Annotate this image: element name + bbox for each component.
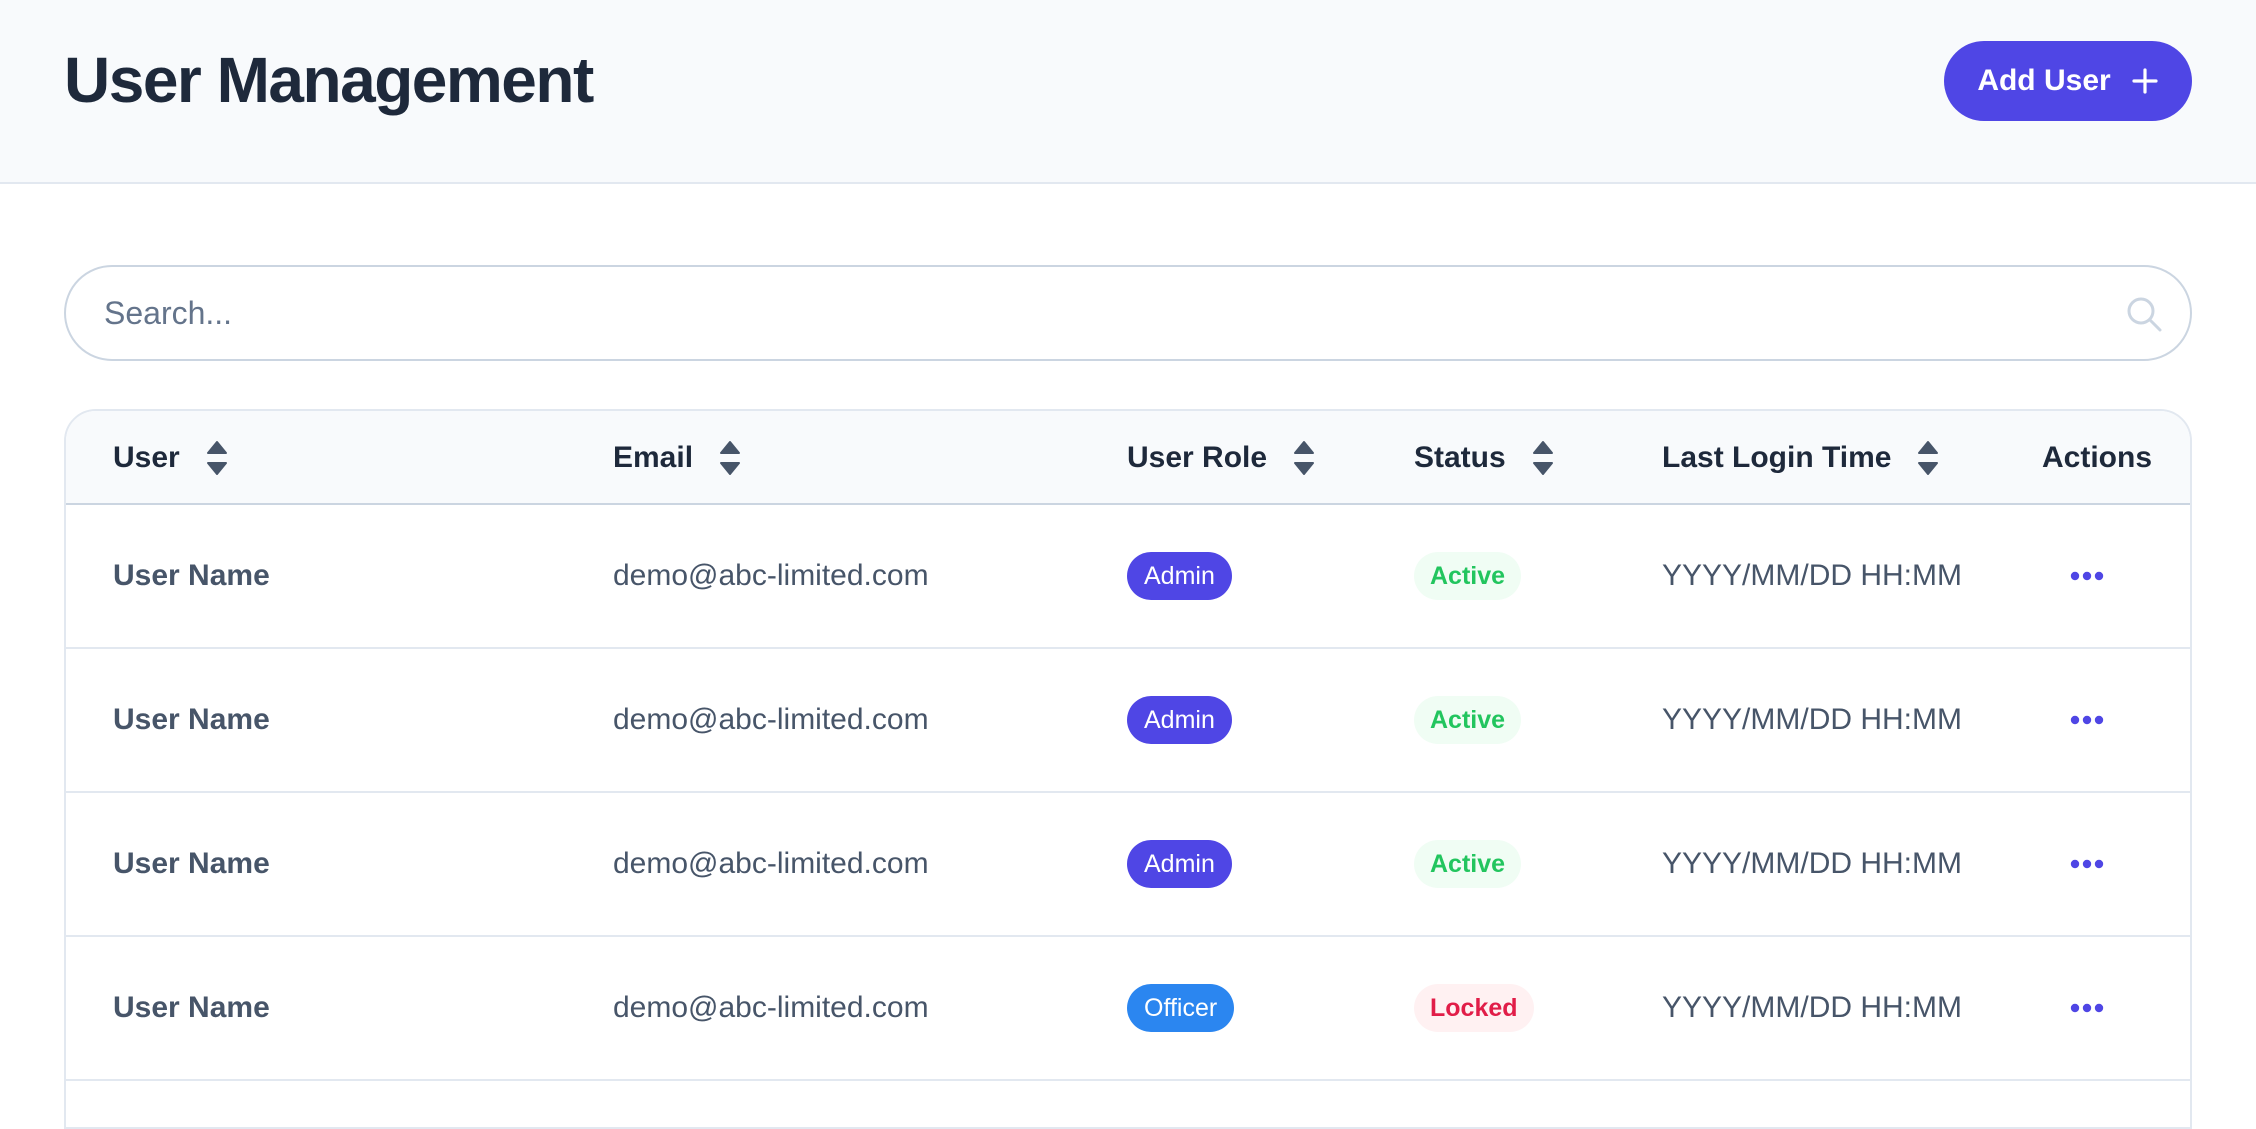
- column-header-label: Last Login Time: [1662, 441, 1892, 474]
- user-email: demo@abc-limited.com: [613, 991, 929, 1024]
- row-actions-button[interactable]: [2057, 556, 2117, 596]
- more-dots-icon: [2070, 1003, 2104, 1013]
- role-badge: Admin: [1127, 840, 1232, 888]
- role-badge: Officer: [1127, 984, 1235, 1032]
- column-header-label: Email: [613, 441, 694, 474]
- status-badge: Active: [1414, 696, 1522, 744]
- page-header: User Management Add User: [0, 0, 2256, 184]
- last-login-time: YYYY/MM/DD HH:MM: [1662, 703, 1962, 736]
- sort-icon[interactable]: [206, 440, 228, 476]
- cell-email: demo@abc-limited.com: [613, 649, 929, 791]
- cell-status: Active: [1414, 505, 1522, 647]
- status-badge: Active: [1414, 840, 1522, 888]
- add-user-button[interactable]: Add User: [1944, 41, 2192, 121]
- page-title: User Management: [64, 44, 594, 116]
- cell-actions: [2057, 793, 2117, 935]
- table-header: User Email User Role Status Last Login Time A…: [66, 411, 2190, 505]
- cell-actions: [2057, 505, 2117, 647]
- cell-last-login-time: YYYY/MM/DD HH:MM: [1662, 649, 1962, 791]
- add-user-label: Add User: [1977, 64, 2111, 97]
- more-dots-icon: [2070, 859, 2104, 869]
- user-name: User Name: [113, 559, 270, 592]
- cell-email: demo@abc-limited.com: [613, 937, 929, 1079]
- user-name: User Name: [113, 703, 270, 736]
- user-email: demo@abc-limited.com: [613, 847, 929, 880]
- column-header-label: User Role: [1127, 441, 1268, 474]
- cell-status: Active: [1414, 793, 1522, 935]
- cell-last-login-time: YYYY/MM/DD HH:MM: [1662, 505, 1962, 647]
- sort-icon[interactable]: [1532, 440, 1554, 476]
- cell-status: Locked: [1414, 937, 1534, 1079]
- user-name: User Name: [113, 991, 270, 1024]
- table-row[interactable]: User Name demo@abc-limited.com Admin Active…: [66, 793, 2190, 937]
- cell-status: Active: [1414, 649, 1522, 791]
- column-header-status[interactable]: Status: [1414, 411, 1554, 505]
- cell-user: User Name: [113, 505, 270, 647]
- cell-email: demo@abc-limited.com: [613, 505, 929, 647]
- cell-user-role: Admin: [1127, 793, 1232, 935]
- more-dots-icon: [2070, 571, 2104, 581]
- user-email: demo@abc-limited.com: [613, 703, 929, 736]
- table-row[interactable]: User Name demo@abc-limited.com Admin Active…: [66, 649, 2190, 793]
- cell-email: demo@abc-limited.com: [613, 793, 929, 935]
- last-login-time: YYYY/MM/DD HH:MM: [1662, 559, 1962, 592]
- sort-icon[interactable]: [719, 440, 741, 476]
- row-actions-button[interactable]: [2057, 700, 2117, 740]
- last-login-time: YYYY/MM/DD HH:MM: [1662, 847, 1962, 880]
- cell-user: User Name: [113, 649, 270, 791]
- table-row[interactable]: User Name demo@abc-limited.com Officer Lock…: [66, 937, 2190, 1081]
- sort-icon[interactable]: [1917, 440, 1939, 476]
- column-header-label: Actions: [2042, 441, 2153, 474]
- column-header-label: Status: [1414, 441, 1506, 474]
- column-header-user[interactable]: User: [113, 411, 228, 505]
- search-icon[interactable]: [2124, 294, 2164, 334]
- cell-last-login-time: YYYY/MM/DD HH:MM: [1662, 793, 1962, 935]
- cell-user: User Name: [113, 937, 270, 1079]
- table-row[interactable]: User Name demo@abc-limited.com Admin Active…: [66, 505, 2190, 649]
- plus-icon: [2132, 68, 2158, 94]
- cell-actions: [2057, 937, 2117, 1079]
- more-dots-icon: [2070, 715, 2104, 725]
- cell-actions: [2057, 649, 2117, 791]
- user-email: demo@abc-limited.com: [613, 559, 929, 592]
- column-header-label: User: [113, 441, 180, 474]
- row-actions-button[interactable]: [2057, 844, 2117, 884]
- row-actions-button[interactable]: [2057, 988, 2117, 1028]
- search-bar: [64, 265, 2192, 361]
- status-badge: Active: [1414, 552, 1522, 600]
- column-header-last-login-time[interactable]: Last Login Time: [1662, 411, 1939, 505]
- column-header-email[interactable]: Email: [613, 411, 741, 505]
- last-login-time: YYYY/MM/DD HH:MM: [1662, 991, 1962, 1024]
- cell-user-role: Admin: [1127, 649, 1232, 791]
- search-input[interactable]: [104, 267, 2104, 359]
- sort-icon[interactable]: [1293, 440, 1315, 476]
- cell-user: User Name: [113, 793, 270, 935]
- column-header-actions: Actions: [2042, 411, 2152, 505]
- cell-last-login-time: YYYY/MM/DD HH:MM: [1662, 937, 1962, 1079]
- users-table: User Email User Role Status Last Login Time A…: [64, 409, 2192, 1129]
- status-badge: Locked: [1414, 984, 1534, 1032]
- role-badge: Admin: [1127, 552, 1232, 600]
- user-name: User Name: [113, 847, 270, 880]
- role-badge: Admin: [1127, 696, 1232, 744]
- column-header-user-role[interactable]: User Role: [1127, 411, 1315, 505]
- cell-user-role: Officer: [1127, 937, 1235, 1079]
- cell-user-role: Admin: [1127, 505, 1232, 647]
